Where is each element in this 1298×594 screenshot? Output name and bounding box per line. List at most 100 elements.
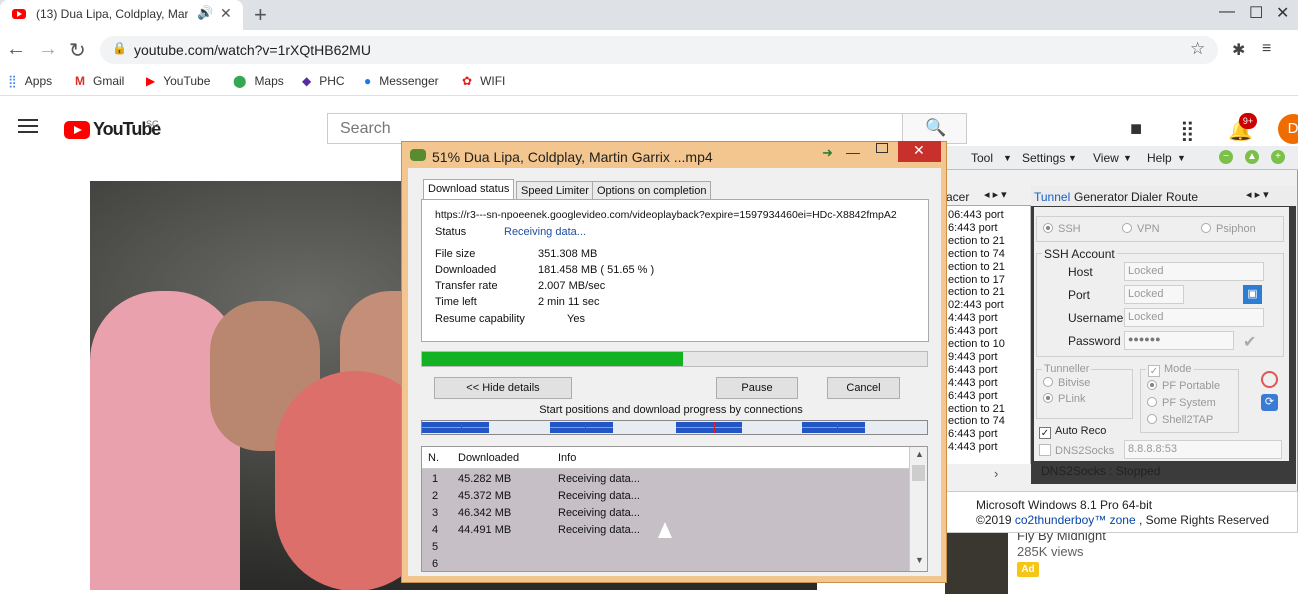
menu-view[interactable]: View bbox=[1093, 151, 1119, 165]
dialog-maximize-icon[interactable] bbox=[876, 143, 888, 153]
up-circle-icon[interactable]: ▲ bbox=[1245, 150, 1259, 164]
cancel-button[interactable]: Cancel bbox=[827, 377, 900, 399]
col-info[interactable]: Info bbox=[558, 452, 576, 464]
bookmark-star-icon[interactable]: ☆ bbox=[1190, 39, 1205, 59]
dialog-minimize-icon[interactable]: — bbox=[846, 144, 860, 160]
tab-tunnel[interactable]: Tunnel bbox=[1034, 190, 1070, 204]
window-close-icon[interactable]: ✕ bbox=[1276, 3, 1289, 23]
bookmark-apps[interactable]: ⣿ Apps bbox=[8, 74, 52, 88]
bookmark-maps[interactable]: ⬤ Maps bbox=[233, 74, 284, 88]
save-disk-icon[interactable]: ▣ bbox=[1243, 285, 1262, 304]
log-tab-label[interactable]: acer bbox=[946, 190, 969, 204]
browser-tab[interactable]: (13) Dua Lipa, Coldplay, Marti 🔊 ✕ bbox=[0, 0, 243, 30]
url-text: youtube.com/watch?v=1rXQtHB62MU bbox=[134, 42, 371, 58]
connection-downloaded: 45.372 MB bbox=[458, 490, 512, 502]
scroll-right-icon[interactable]: › bbox=[994, 466, 998, 481]
mode-checkbox[interactable]: ✓ Mode bbox=[1146, 363, 1194, 377]
radio-psiphon[interactable]: Psiphon bbox=[1201, 223, 1256, 235]
scroll-up-icon[interactable]: ▲ bbox=[915, 449, 924, 459]
youtube-play-logo-icon bbox=[64, 121, 90, 139]
bookmark-wifi[interactable]: ✿ WIFI bbox=[462, 74, 505, 88]
connections-scrollbar[interactable]: ▲ ▼ bbox=[909, 447, 927, 571]
hide-details-button[interactable]: << Hide details bbox=[434, 377, 572, 399]
tab-download-status[interactable]: Download status bbox=[423, 179, 515, 200]
reload-icon[interactable]: ↻ bbox=[69, 38, 86, 63]
idm-arrow-icon[interactable]: ➜ bbox=[822, 145, 833, 161]
radio-pf-system[interactable]: PF System bbox=[1147, 397, 1216, 409]
forward-icon[interactable]: → bbox=[38, 38, 58, 61]
scroll-thumb[interactable] bbox=[912, 465, 925, 481]
connection-segment bbox=[802, 422, 865, 433]
radio-plink[interactable]: PLink bbox=[1043, 393, 1086, 405]
tab-scroll-arrows-icon[interactable]: ◂ ▸ ▾ bbox=[1246, 188, 1269, 201]
tab-scroll-arrows-icon[interactable]: ◂ ▸ ▾ bbox=[984, 188, 1007, 201]
speaker-icon[interactable]: 🔊 bbox=[197, 5, 213, 21]
radio-ssh[interactable]: SSH bbox=[1043, 223, 1081, 235]
tab-speed-limiter[interactable]: Speed Limiter bbox=[516, 181, 594, 200]
create-video-icon[interactable]: ■ bbox=[1130, 118, 1142, 141]
bookmark-phc[interactable]: ◆ PHC bbox=[302, 74, 345, 88]
chevron-down-icon: ▼ bbox=[1003, 153, 1012, 163]
dns2socks-checkbox[interactable]: DNS2Socks bbox=[1039, 444, 1114, 457]
col-n[interactable]: N. bbox=[428, 452, 439, 464]
dialog-close-button[interactable]: ✕ bbox=[898, 141, 941, 162]
menu-settings[interactable]: Settings bbox=[1022, 151, 1065, 165]
password-field[interactable]: ●●●●●● bbox=[1124, 331, 1234, 350]
radio-vpn[interactable]: VPN bbox=[1122, 223, 1160, 235]
menu-tool[interactable]: Tool bbox=[971, 151, 993, 165]
pause-button[interactable]: Pause bbox=[716, 377, 798, 399]
search-button[interactable]: 🔍 bbox=[902, 113, 967, 144]
menu-hamburger-icon[interactable] bbox=[18, 119, 38, 133]
connection-marker bbox=[837, 422, 838, 433]
dns-field[interactable]: 8.8.8.8:53 bbox=[1124, 440, 1282, 459]
log-line: 06:443 port bbox=[948, 209, 1004, 221]
dns-status: DNS2Socks : Stopped bbox=[1041, 464, 1161, 478]
log-line: 6:443 port bbox=[948, 428, 998, 441]
tab-dialer[interactable]: Dialer bbox=[1131, 190, 1162, 204]
tab-close-icon[interactable]: ✕ bbox=[220, 5, 232, 22]
status-value: Receiving data... bbox=[504, 226, 586, 238]
search-input[interactable]: Search bbox=[327, 113, 903, 144]
refresh-icon[interactable]: ⟳ bbox=[1261, 394, 1278, 411]
tab-generator[interactable]: Generator bbox=[1074, 190, 1128, 204]
connection-info: Receiving data... bbox=[558, 507, 640, 519]
transfer-rate-value: 2.007 MB/sec bbox=[538, 280, 606, 292]
log-scrollbar[interactable]: › bbox=[946, 464, 1031, 484]
col-downloaded[interactable]: Downloaded bbox=[458, 452, 519, 464]
bookmark-gmail[interactable]: M Gmail bbox=[75, 74, 124, 88]
radio-pf-portable[interactable]: PF Portable bbox=[1147, 380, 1220, 392]
ssh-account-label: SSH Account bbox=[1042, 247, 1117, 261]
host-field[interactable]: Locked bbox=[1124, 262, 1264, 281]
connection-downloaded: 45.282 MB bbox=[458, 473, 512, 485]
username-field[interactable]: Locked bbox=[1124, 308, 1264, 327]
bookmark-youtube[interactable]: ▶ YouTube bbox=[146, 74, 210, 88]
os-info: Microsoft Windows 8.1 Pro 64-bit bbox=[976, 498, 1153, 512]
back-icon[interactable]: ← bbox=[6, 38, 26, 61]
menu-help[interactable]: Help bbox=[1147, 151, 1172, 165]
stop-circle-icon[interactable] bbox=[1261, 371, 1278, 388]
log-line: ection to 10 bbox=[948, 338, 1005, 350]
connection-n: 2 bbox=[432, 490, 439, 502]
scroll-down-icon[interactable]: ▼ bbox=[915, 555, 924, 565]
add-circle-icon[interactable]: + bbox=[1271, 150, 1285, 164]
side-video-thumbnail[interactable] bbox=[945, 533, 1008, 594]
apps-grid-icon[interactable]: ⣿ bbox=[1180, 118, 1195, 143]
lock-icon[interactable]: 🔒 bbox=[112, 41, 127, 55]
log-tabs: acer ◂ ▸ ▾ bbox=[946, 186, 1031, 206]
co2thunderboy-link[interactable]: co2thunderboy™ zone bbox=[1015, 513, 1136, 527]
minimize-circle-icon[interactable]: − bbox=[1219, 150, 1233, 164]
new-tab-button[interactable]: + bbox=[254, 2, 267, 28]
auto-reco-checkbox[interactable]: ✓ Auto Reco bbox=[1039, 425, 1106, 439]
extensions-puzzle-icon[interactable]: ✱ bbox=[1232, 40, 1245, 60]
radio-shell2tap[interactable]: Shell2TAP bbox=[1147, 414, 1213, 426]
address-bar[interactable]: 🔒 youtube.com/watch?v=1rXQtHB62MU ☆ bbox=[100, 36, 1218, 64]
radio-bitvise[interactable]: Bitvise bbox=[1043, 377, 1090, 389]
bookmark-messenger[interactable]: ● Messenger bbox=[364, 74, 439, 88]
tab-route[interactable]: Route bbox=[1166, 190, 1198, 204]
media-queue-icon[interactable]: ≡ bbox=[1262, 40, 1271, 58]
check-icon[interactable]: ✔ bbox=[1243, 332, 1256, 352]
maximize-icon[interactable]: ☐ bbox=[1249, 3, 1263, 23]
minimize-icon[interactable]: — bbox=[1219, 3, 1235, 21]
tab-options-on-completion[interactable]: Options on completion bbox=[592, 181, 712, 200]
port-field[interactable]: Locked bbox=[1124, 285, 1184, 304]
